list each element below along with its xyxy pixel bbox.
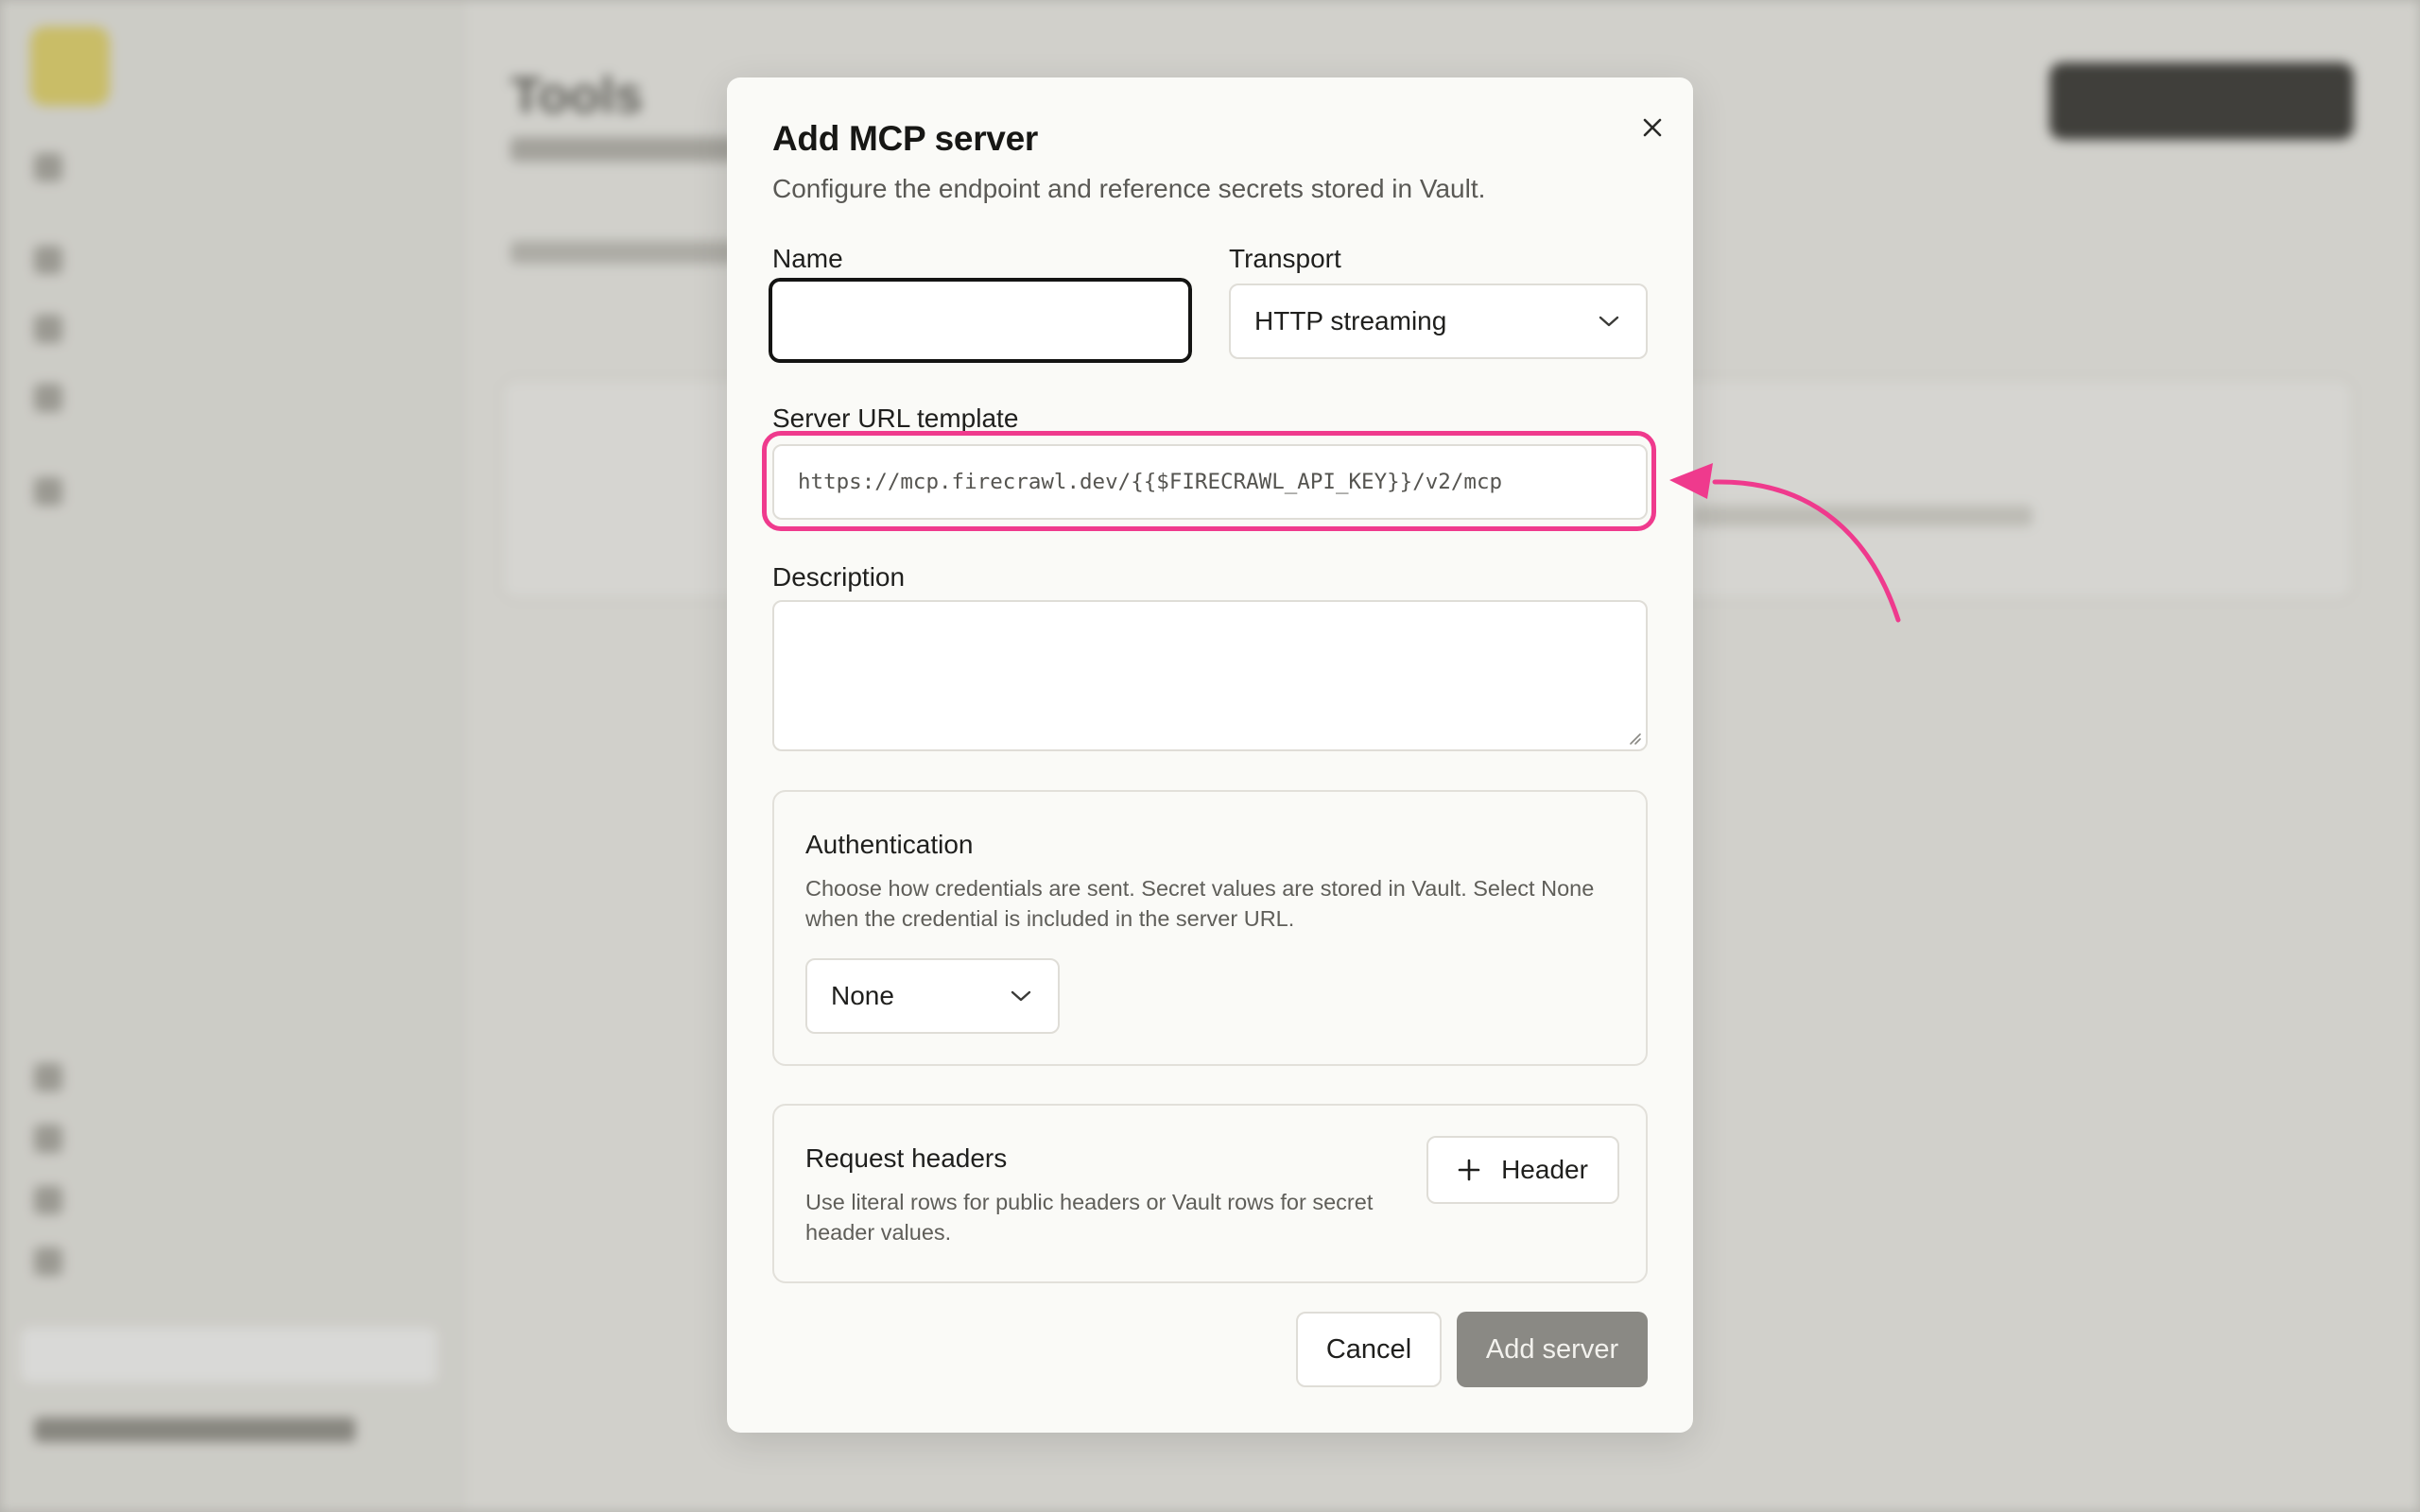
transport-label: Transport <box>1229 244 1341 273</box>
dialog-title: Add MCP server <box>772 119 1038 158</box>
add-header-label: Header <box>1501 1155 1588 1184</box>
add-header-button[interactable]: Header <box>1426 1136 1619 1204</box>
plus-icon <box>1458 1159 1480 1181</box>
add-server-button[interactable]: Add server <box>1457 1312 1648 1387</box>
name-input[interactable] <box>767 276 1194 365</box>
close-button[interactable] <box>1631 106 1674 149</box>
add-mcp-server-dialog: Add MCP server Configure the endpoint an… <box>727 77 1693 1433</box>
transport-select[interactable]: HTTP streaming <box>1229 284 1648 359</box>
authentication-description-line-1: Choose how credentials are sent. Secret … <box>805 876 1595 901</box>
request-headers-section: Request headers Use literal rows for pub… <box>772 1104 1648 1283</box>
authentication-description-line-2: when the credential is included in the s… <box>805 906 1295 931</box>
server-url-value: https://mcp.firecrawl.dev/{{$FIRECRAWL_A… <box>798 470 1503 494</box>
annotation-arrow-icon <box>1669 463 1901 623</box>
resize-handle-icon[interactable] <box>1627 730 1642 746</box>
cancel-button[interactable]: Cancel <box>1296 1312 1442 1387</box>
chevron-down-icon <box>1011 990 1031 1002</box>
authentication-section: Authentication Choose how credentials ar… <box>772 790 1648 1066</box>
description-textarea[interactable] <box>772 600 1648 751</box>
request-headers-title: Request headers <box>805 1143 1008 1173</box>
close-icon <box>1643 118 1662 137</box>
server-url-label: Server URL template <box>772 404 1019 433</box>
authentication-title: Authentication <box>805 830 974 859</box>
name-label: Name <box>772 244 843 273</box>
server-url-input[interactable]: https://mcp.firecrawl.dev/{{$FIRECRAWL_A… <box>772 444 1648 520</box>
request-headers-description-line-2: header values. <box>805 1220 952 1245</box>
transport-selected-value: HTTP streaming <box>1254 306 1447 335</box>
authentication-select[interactable]: None <box>805 958 1060 1034</box>
description-label: Description <box>772 562 906 592</box>
dialog-description: Configure the endpoint and reference sec… <box>772 174 1486 203</box>
authentication-selected-value: None <box>831 981 894 1010</box>
request-headers-description-line-1: Use literal rows for public headers or V… <box>805 1190 1374 1214</box>
chevron-down-icon <box>1599 316 1619 327</box>
